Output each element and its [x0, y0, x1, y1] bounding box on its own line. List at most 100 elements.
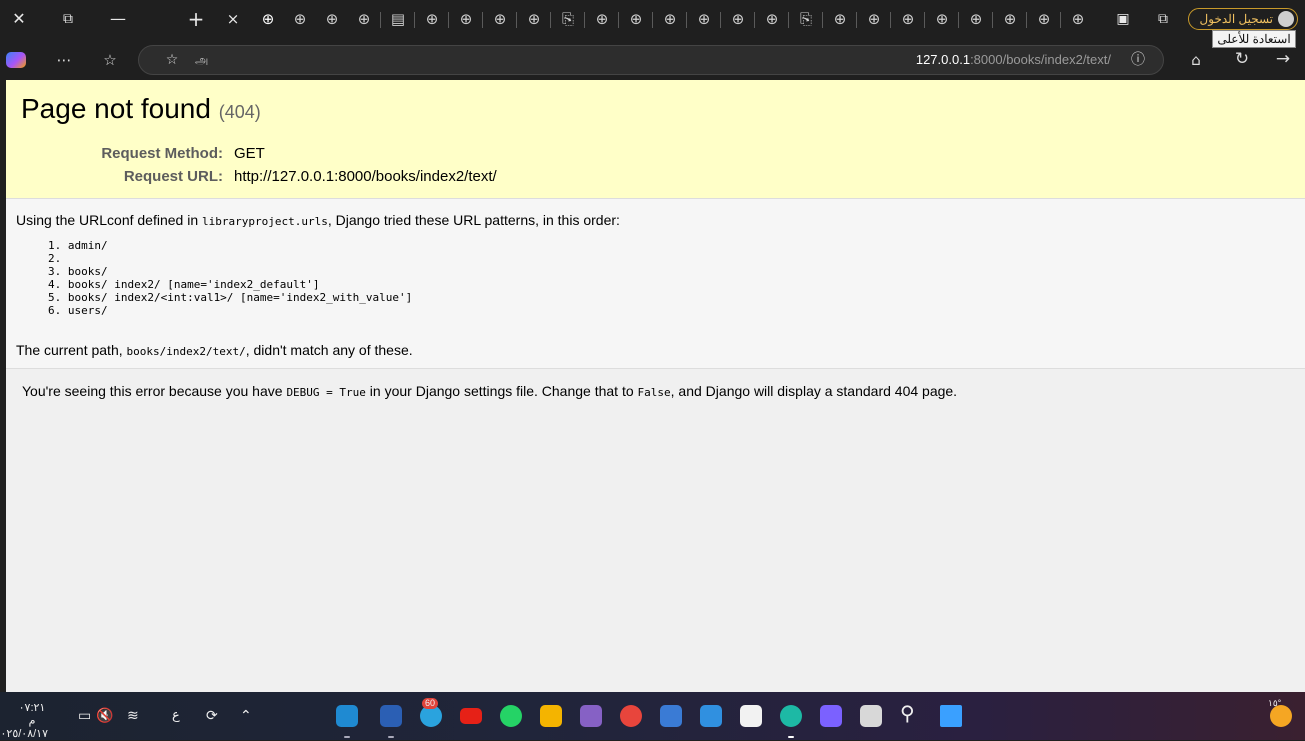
tab-globe-icon[interactable]: ⊕: [256, 7, 280, 31]
address-bar[interactable]: ☆ அ 127.0.0.1:8000/books/index2/text/ ⓘ: [138, 45, 1164, 75]
minimize-icon[interactable]: —: [108, 8, 128, 30]
tab-globe-icon[interactable]: ⊕: [624, 7, 648, 31]
edge-icon[interactable]: [780, 705, 802, 727]
whatsapp-icon[interactable]: [500, 705, 522, 727]
clock[interactable]: ٠٧:٢١ م٢٠٢٥/٠٨/١٧: [0, 702, 48, 741]
search-icon[interactable]: ⚲: [900, 703, 915, 723]
tab-separator: [754, 12, 755, 28]
refresh-icon[interactable]: ↻: [1232, 49, 1252, 69]
taskbar: ٠٧:٢١ م٢٠٢٥/٠٨/١٧ ▭ 🔇 ≋ ع ⟳ ⌃ 60 ⚲ ١٥°: [0, 692, 1305, 740]
tab-bar: ✕ ⧉ — + × ⊕ ⊕ ⊕ ⊕ ▤ ⊕ ⊕ ⊕ ⊕ ⎘ ⊕ ⊕ ⊕ ⊕ ⊕ …: [0, 0, 1305, 38]
tab-actions-icon[interactable]: ▣: [1114, 8, 1132, 30]
add-favorite-icon[interactable]: ☆: [163, 50, 181, 70]
home-icon[interactable]: ⌂: [1186, 50, 1206, 70]
tab-globe-icon[interactable]: ⊕: [828, 7, 852, 31]
error-summary: Page not found (404) Request Method: GET…: [6, 80, 1305, 199]
sign-in-button[interactable]: تسجيل الدخول: [1188, 8, 1298, 30]
favorites-icon[interactable]: ☆: [100, 50, 120, 70]
tab-globe-icon[interactable]: ⊕: [420, 7, 444, 31]
avatar-icon: [1278, 11, 1294, 27]
file-explorer-icon[interactable]: [540, 705, 562, 727]
copilot-icon[interactable]: [6, 52, 26, 68]
url-pattern: 1. admin/: [48, 239, 108, 252]
url-text[interactable]: 127.0.0.1:8000/books/index2/text/: [916, 52, 1111, 67]
tab-globe-icon[interactable]: ⊕: [658, 7, 682, 31]
tab-globe-icon[interactable]: ⊕: [320, 7, 344, 31]
tab-separator: [992, 12, 993, 28]
debug-false: False: [637, 386, 671, 399]
tab-separator: [720, 12, 721, 28]
store-icon[interactable]: [740, 705, 762, 727]
telegram-badge: 60: [422, 698, 439, 709]
read-aloud-language[interactable]: அ: [195, 53, 208, 69]
tooltip: استعادة للأعلى: [1212, 30, 1296, 48]
tab-globe-icon[interactable]: ⊕: [454, 7, 478, 31]
tab-globe-icon[interactable]: ⊕: [522, 7, 546, 31]
tab-docs-icon[interactable]: ⎘: [556, 7, 580, 31]
tab-separator: [890, 12, 891, 28]
word-icon[interactable]: [380, 705, 402, 727]
tab-docs-icon[interactable]: ⎘: [794, 7, 818, 31]
new-tab-button[interactable]: +: [186, 8, 206, 30]
visual-studio-icon[interactable]: [580, 705, 602, 727]
forward-icon[interactable]: →: [1272, 49, 1294, 69]
vscode-icon[interactable]: [336, 705, 358, 727]
youtube-icon[interactable]: [460, 708, 482, 724]
show-hidden-icons-icon[interactable]: ⌃: [240, 707, 252, 725]
tab-globe-icon[interactable]: ⊕: [590, 7, 614, 31]
start-icon[interactable]: [940, 705, 962, 727]
tab-separator: [618, 12, 619, 28]
tab-separator: [584, 12, 585, 28]
tab-page-icon[interactable]: ▤: [386, 7, 410, 31]
task-view-icon[interactable]: [860, 705, 882, 727]
tab-globe-icon[interactable]: ⊕: [726, 7, 750, 31]
tab-globe-icon[interactable]: ⊕: [288, 7, 312, 31]
urlconf-info: Using the URLconf defined in libraryproj…: [6, 199, 1305, 369]
microsoft-store-icon[interactable]: [700, 705, 722, 727]
weather-temperature: ١٥°: [1268, 698, 1282, 708]
tab-globe-icon[interactable]: ⊕: [352, 7, 376, 31]
tab-globe-icon[interactable]: ⊕: [1066, 7, 1090, 31]
battery-icon[interactable]: ▭: [78, 707, 91, 725]
url-pattern: 4. books/ index2/ [name='index2_default'…: [48, 278, 320, 291]
tab-globe-icon[interactable]: ⊕: [1032, 7, 1056, 31]
tab-globe-icon[interactable]: ⊕: [760, 7, 784, 31]
more-icon[interactable]: ⋯: [54, 50, 74, 70]
page-content: Page not found (404) Request Method: GET…: [6, 80, 1305, 692]
tab-separator: [788, 12, 789, 28]
volume-muted-icon[interactable]: 🔇: [96, 707, 113, 725]
tab-globe-icon[interactable]: ⊕: [862, 7, 886, 31]
tab-globe-icon[interactable]: ⊕: [488, 7, 512, 31]
workspaces-icon[interactable]: ⧉: [58, 8, 78, 30]
chrome-icon[interactable]: [620, 705, 642, 727]
url-pattern: 2.: [48, 252, 62, 265]
url-path: :8000/books/index2/text/: [970, 52, 1111, 67]
tab-separator: [686, 12, 687, 28]
urlconf-intro: Using the URLconf defined in libraryproj…: [16, 212, 620, 228]
m365-icon[interactable]: [660, 705, 682, 727]
copilot-taskbar-icon[interactable]: [820, 705, 842, 727]
input-language[interactable]: ع: [172, 707, 180, 725]
tab-globe-icon[interactable]: ⊕: [964, 7, 988, 31]
clock-date: ٢٠٢٥/٠٨/١٧: [0, 728, 48, 740]
debug-suffix: , and Django will display a standard 404…: [670, 383, 958, 399]
tab-separator: [414, 12, 415, 28]
debug-prefix: You're seeing this error because you hav…: [22, 383, 287, 399]
running-indicator: [788, 736, 794, 738]
status-code: (404): [218, 102, 261, 122]
tab-separator: [1026, 12, 1027, 28]
tab-globe-icon[interactable]: ⊕: [930, 7, 954, 31]
request-method-label: Request Method:: [101, 145, 223, 162]
current-path-suffix: , didn't match any of these.: [245, 342, 413, 358]
sync-icon[interactable]: ⟳: [206, 707, 218, 725]
wifi-icon[interactable]: ≋: [127, 707, 139, 725]
tab-globe-icon[interactable]: ⊕: [692, 7, 716, 31]
extensions-icon[interactable]: ⧉: [1154, 8, 1172, 30]
tab-separator: [482, 12, 483, 28]
running-indicator: [344, 736, 350, 738]
tab-globe-icon[interactable]: ⊕: [998, 7, 1022, 31]
close-window-icon[interactable]: ✕: [10, 8, 28, 30]
tab-globe-icon[interactable]: ⊕: [896, 7, 920, 31]
current-path-prefix: The current path,: [16, 342, 127, 358]
site-info-icon[interactable]: ⓘ: [1129, 50, 1147, 70]
